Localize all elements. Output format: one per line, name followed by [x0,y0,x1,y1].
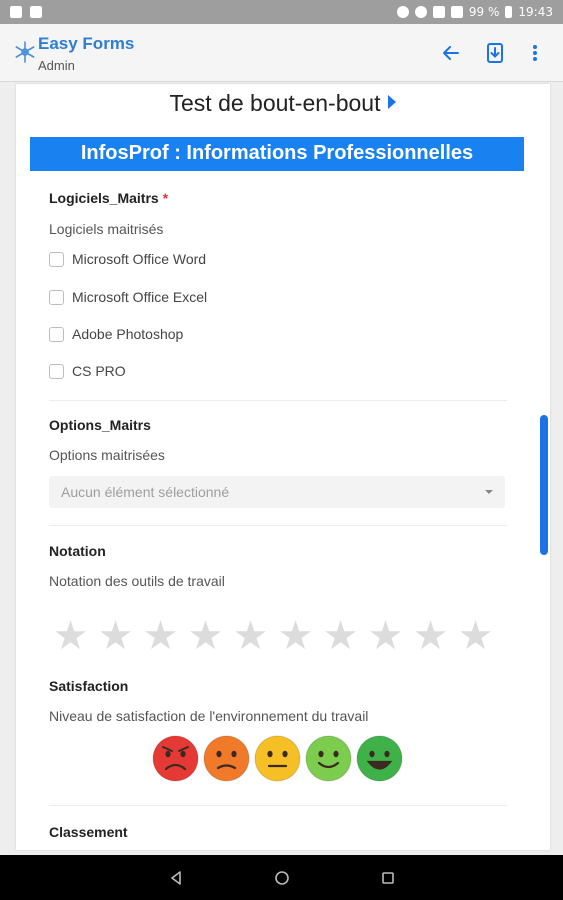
star-icon[interactable]: ★ [457,616,494,656]
status-left-icons [10,6,42,18]
nav-recents-icon[interactable] [380,870,396,886]
star-icon[interactable]: ★ [412,616,449,656]
scrollbar-thumb[interactable] [540,415,548,555]
star-icon[interactable]: ★ [52,616,89,656]
battery-icon [505,6,513,18]
app-title: Easy Forms [38,34,135,53]
notation-label: Notation [49,543,106,559]
options-label: Options_Maitrs [49,417,151,433]
app-bar: Easy Forms Admin [0,24,563,82]
location-icon [396,6,409,18]
more-vert-icon [533,45,537,61]
select-placeholder: Aucun élément sélectionné [61,484,230,500]
star-icon[interactable]: ★ [322,616,359,656]
star-icon[interactable]: ★ [97,616,134,656]
checkbox-option-photoshop[interactable]: Adobe Photoshop [49,326,183,342]
very-happy-face-icon[interactable] [356,735,403,782]
divider [49,525,507,526]
logiciels-label: Logiciels_Maitrs * [49,190,168,206]
cloud-icon [10,6,22,18]
checkbox-option-cspro[interactable]: CS PRO [49,363,126,379]
checkbox-option-word[interactable]: Microsoft Office Word [49,251,206,267]
checkbox-label: Microsoft Office Word [72,251,207,267]
checkbox-label: Microsoft Office Excel [72,289,208,305]
star-icon[interactable]: ★ [277,616,314,656]
happy-face-icon[interactable] [305,735,352,782]
divider [49,400,507,401]
notation-description: Notation des outils de travail [49,573,225,589]
more-options-button[interactable] [522,40,548,66]
required-mark: * [162,190,169,206]
back-arrow-icon [443,46,459,60]
do-not-disturb-icon [414,6,427,18]
satisfaction-label: Satisfaction [49,678,129,694]
satisfaction-description: Niveau de satisfaction de l'environnemen… [49,708,369,724]
play-triangle-icon [388,95,397,109]
logiciels-label-text: Logiciels_Maitrs [49,190,159,206]
image-icon [30,6,42,18]
back-button[interactable] [438,40,464,66]
checkbox[interactable] [49,363,64,379]
unhappy-face-icon[interactable] [203,735,250,782]
download-button[interactable] [482,40,508,66]
checkbox[interactable] [49,289,64,305]
caret-down-icon [485,490,493,494]
form-title: Test de bout-en-bout [16,90,550,117]
form-card: Test de bout-en-bout InfosProf : Informa… [16,84,550,850]
wifi-icon [432,6,445,18]
very-unhappy-face-icon[interactable] [152,735,199,782]
options-description: Options maitrisées [49,447,165,463]
checkbox-label: CS PRO [72,363,126,379]
divider [49,805,507,806]
checkbox-option-excel[interactable]: Microsoft Office Excel [49,289,207,305]
classement-label: Classement [49,824,128,840]
checkbox-label: Adobe Photoshop [72,326,184,342]
nav-home-icon[interactable] [274,870,290,886]
status-right: 99 % 19:43 [396,5,553,19]
signal-icon [450,6,463,18]
snowflake-logo-icon [15,41,35,63]
clock: 19:43 [518,5,553,19]
star-icon[interactable]: ★ [142,616,179,656]
checkbox[interactable] [49,326,64,342]
battery-level: 99 % [468,5,500,19]
star-rating[interactable]: ★ ★ ★ ★ ★ ★ ★ ★ ★ ★ [52,616,494,656]
star-icon[interactable]: ★ [187,616,224,656]
navigation-bar [0,855,563,900]
form-title-text: Test de bout-en-bout [169,90,381,116]
neutral-face-icon[interactable] [254,735,301,782]
download-icon [487,43,503,63]
status-bar: 99 % 19:43 [0,0,563,24]
app-subtitle: Admin [38,58,75,73]
logiciels-description: Logiciels maitrisés [49,221,164,237]
nav-back-icon[interactable] [168,870,184,886]
star-icon[interactable]: ★ [367,616,404,656]
star-icon[interactable]: ★ [232,616,269,656]
checkbox[interactable] [49,251,64,267]
options-select[interactable]: Aucun élément sélectionné [49,476,505,508]
section-header: InfosProf : Informations Professionnelle… [30,137,524,171]
satisfaction-faces[interactable] [152,735,403,782]
